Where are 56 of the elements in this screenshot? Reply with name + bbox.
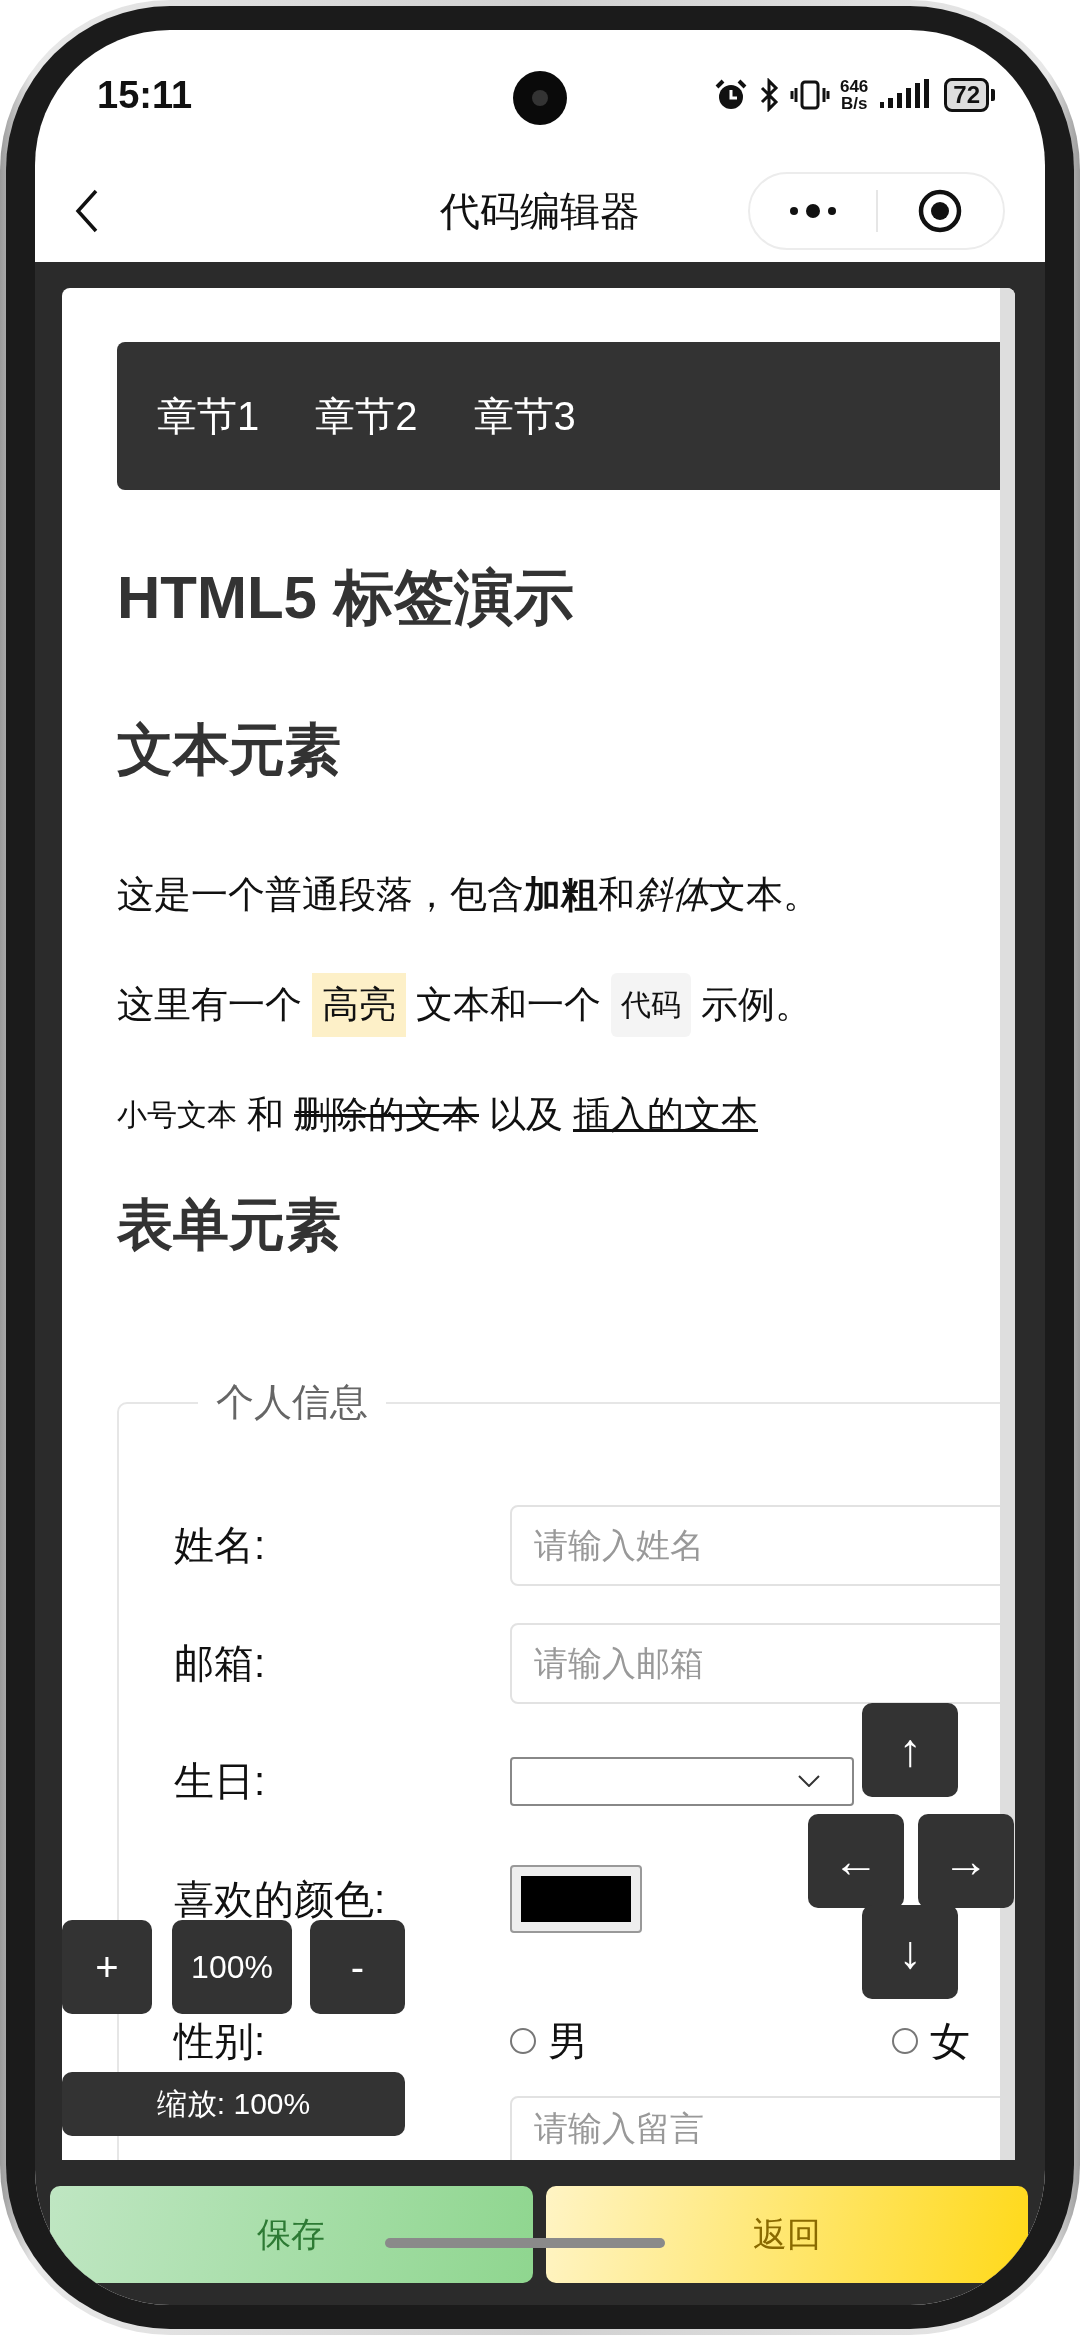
deleted-text: 删除的文本: [294, 1093, 479, 1137]
back-button[interactable]: [75, 189, 99, 233]
back-button[interactable]: 返回: [545, 2186, 1028, 2283]
field-label: 生日:: [174, 1759, 266, 1803]
message-field[interactable]: 请输入留言: [510, 2096, 1000, 2160]
input-field[interactable]: 请输入姓名: [510, 1504, 1000, 1586]
section-heading: 文本元素: [117, 717, 342, 783]
more-icon: [787, 204, 838, 218]
chapter-link[interactable]: 章节3: [473, 388, 576, 444]
scrollbar[interactable]: [1000, 288, 1015, 2160]
paragraph: 这是一个普通段落，包含加粗和斜体文本。: [117, 873, 821, 917]
clock-time: 15:11: [97, 73, 193, 117]
highlighted-text: 高亮: [312, 973, 406, 1037]
camera-icon: [512, 70, 568, 126]
paragraph-text: 以及: [489, 1093, 563, 1137]
field-label: 姓名:: [174, 1523, 266, 1567]
network-speed: 646: [839, 78, 869, 95]
date-field[interactable]: [510, 1756, 854, 1806]
paragraph-text: 文本和一个: [416, 983, 601, 1027]
color-picker[interactable]: [510, 1865, 642, 1933]
back-icon: [75, 189, 99, 233]
inserted-text: 插入的文本: [573, 1093, 758, 1137]
battery-indicator: 72: [944, 78, 995, 112]
radio-button[interactable]: [510, 2028, 536, 2054]
zoom-status: 缩放: 100%: [62, 2072, 405, 2136]
arrow-button[interactable]: →: [918, 1814, 1014, 1908]
arrow-button[interactable]: ↓: [862, 1905, 958, 1999]
arrow-button[interactable]: ↑: [862, 1703, 958, 1797]
field-label: 性别:: [174, 2019, 266, 2063]
input-field[interactable]: 请输入邮箱: [510, 1622, 1000, 1704]
page-heading: HTML5 标签演示: [117, 563, 575, 633]
zoom-in-button[interactable]: +: [62, 1920, 152, 2014]
zoom-out-button[interactable]: -: [310, 1920, 405, 2014]
arrow-button[interactable]: ←: [808, 1814, 904, 1908]
save-button[interactable]: 保存: [50, 2186, 533, 2283]
paragraph-text: 和: [247, 1093, 284, 1137]
target-icon: [917, 188, 964, 234]
chapter-link[interactable]: 章节1: [157, 388, 260, 444]
small-text: 小号文本: [117, 1097, 237, 1133]
alarm-icon: [713, 78, 748, 112]
option-label: 男: [548, 2017, 588, 2065]
field-label: 喜欢的颜色:: [174, 1877, 386, 1921]
radio-button[interactable]: [892, 2028, 918, 2054]
vibrate-icon: [789, 78, 830, 112]
zoom-level-button[interactable]: 100%: [172, 1920, 292, 2014]
speed-unit: B/s: [840, 95, 868, 112]
field-label: 邮箱:: [174, 1641, 266, 1685]
section-heading: 表单元素: [117, 1192, 342, 1258]
chapter-link[interactable]: 章节2: [315, 388, 418, 444]
code-text: 代码: [611, 973, 691, 1037]
paragraph-text: 这里有一个: [117, 983, 302, 1027]
chevron-down-icon: [798, 1775, 820, 1787]
option-label: 女: [930, 2017, 970, 2065]
fieldset-legend: 个人信息: [198, 1377, 386, 1428]
paragraph-text: 示例。: [701, 983, 812, 1027]
page-title: 代码编辑器: [439, 187, 641, 235]
